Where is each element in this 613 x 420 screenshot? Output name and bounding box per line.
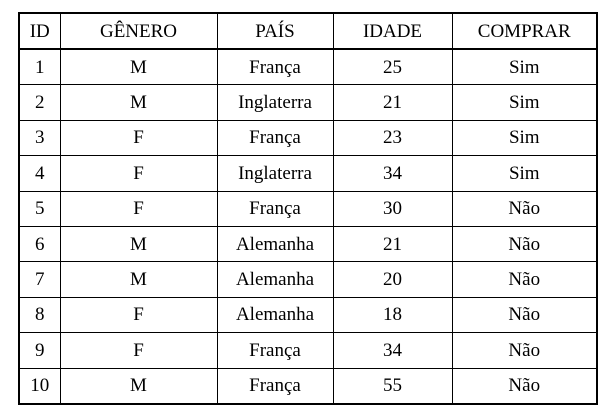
cell-genero: M <box>59 261 218 298</box>
header-pais: PAÍS <box>216 12 334 50</box>
cell-pais: França <box>216 119 334 157</box>
table-row: 7 M Alemanha 20 Não <box>18 261 598 298</box>
cell-idade: 34 <box>332 332 453 369</box>
header-row: ID GÊNERO PAÍS IDADE COMPRAR <box>18 12 598 50</box>
cell-id: 7 <box>18 261 61 298</box>
cell-idade: 55 <box>332 367 453 405</box>
header-id: ID <box>18 12 61 50</box>
cell-genero: F <box>59 119 218 157</box>
cell-genero: F <box>59 190 218 227</box>
cell-comprar: Sim <box>451 48 598 86</box>
cell-idade: 30 <box>332 190 453 227</box>
cell-genero: M <box>59 48 218 86</box>
cell-genero: F <box>59 155 218 192</box>
table-row: 8 F Alemanha 18 Não <box>18 296 598 334</box>
cell-id: 2 <box>18 84 61 121</box>
cell-idade: 18 <box>332 296 453 334</box>
cell-pais: França <box>216 367 334 405</box>
header-genero: GÊNERO <box>59 12 218 50</box>
cell-pais: França <box>216 190 334 227</box>
cell-genero: M <box>59 225 218 263</box>
cell-id: 1 <box>18 48 61 86</box>
cell-idade: 34 <box>332 155 453 192</box>
cell-idade: 25 <box>332 48 453 86</box>
cell-idade: 20 <box>332 261 453 298</box>
cell-pais: Alemanha <box>216 225 334 263</box>
cell-idade: 23 <box>332 119 453 157</box>
cell-comprar: Não <box>451 332 598 369</box>
header-comprar: COMPRAR <box>451 12 598 50</box>
cell-comprar: Não <box>451 296 598 334</box>
cell-comprar: Não <box>451 190 598 227</box>
cell-genero: F <box>59 332 218 369</box>
cell-id: 8 <box>18 296 61 334</box>
header-idade: IDADE <box>332 12 453 50</box>
cell-pais: França <box>216 332 334 369</box>
table-header: ID GÊNERO PAÍS IDADE COMPRAR <box>18 12 598 50</box>
table-row: 2 M Inglaterra 21 Sim <box>18 84 598 121</box>
cell-pais: Inglaterra <box>216 84 334 121</box>
cell-pais: Inglaterra <box>216 155 334 192</box>
cell-comprar: Sim <box>451 155 598 192</box>
table-row: 3 F França 23 Sim <box>18 119 598 157</box>
cell-id: 9 <box>18 332 61 369</box>
cell-comprar: Não <box>451 225 598 263</box>
table-row: 10 M França 55 Não <box>18 367 598 405</box>
cell-pais: França <box>216 48 334 86</box>
table-row: 5 F França 30 Não <box>18 190 598 227</box>
cell-pais: Alemanha <box>216 261 334 298</box>
cell-id: 3 <box>18 119 61 157</box>
table-row: 1 M França 25 Sim <box>18 48 598 86</box>
cell-id: 10 <box>18 367 61 405</box>
cell-id: 5 <box>18 190 61 227</box>
cell-comprar: Não <box>451 367 598 405</box>
table-row: 9 F França 34 Não <box>18 332 598 369</box>
cell-comprar: Sim <box>451 84 598 121</box>
cell-idade: 21 <box>332 84 453 121</box>
data-table: ID GÊNERO PAÍS IDADE COMPRAR 1 M França 25 S… <box>18 12 598 405</box>
cell-genero: F <box>59 296 218 334</box>
cell-genero: M <box>59 367 218 405</box>
cell-idade: 21 <box>332 225 453 263</box>
cell-pais: Alemanha <box>216 296 334 334</box>
cell-id: 6 <box>18 225 61 263</box>
cell-comprar: Sim <box>451 119 598 157</box>
cell-genero: M <box>59 84 218 121</box>
table-row: 4 F Inglaterra 34 Sim <box>18 155 598 192</box>
table-row: 6 M Alemanha 21 Não <box>18 225 598 263</box>
cell-id: 4 <box>18 155 61 192</box>
table-body: 1 M França 25 Sim 2 M Inglaterra 21 Sim 3 F França 23… <box>18 48 598 405</box>
cell-comprar: Não <box>451 261 598 298</box>
